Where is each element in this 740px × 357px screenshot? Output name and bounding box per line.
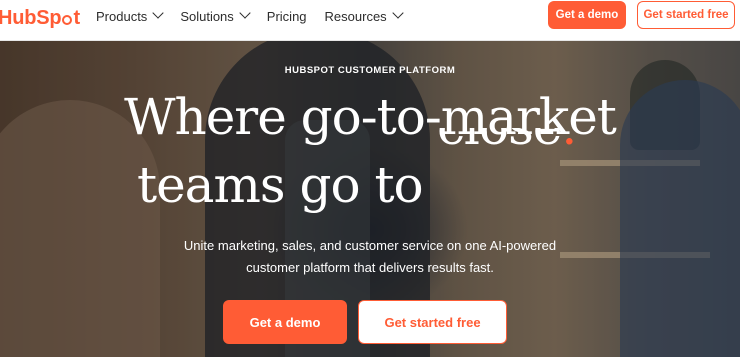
chevron-down-icon <box>239 7 251 19</box>
logo-text-sp: Sp <box>36 6 62 29</box>
hero-get-demo-button[interactable]: Get a demo <box>223 300 347 344</box>
site-header: Hub Sp t Products Solutions Pricing Resou… <box>0 0 740 41</box>
chevron-down-icon <box>152 7 164 19</box>
hero-eyebrow: HUBSPOT CUSTOMER PLATFORM <box>284 65 456 76</box>
logo-text-hub: Hub <box>0 6 37 29</box>
nav-label: Resources <box>324 8 387 24</box>
hero-subtext: Unite marketing, sales, and customer ser… <box>0 235 740 279</box>
nav-item-solutions[interactable]: Solutions <box>180 7 251 24</box>
chevron-down-icon <box>392 7 404 19</box>
nav-label: Pricing <box>266 8 307 24</box>
nav-item-pricing[interactable]: Pricing <box>267 9 307 24</box>
nav-label: Products <box>96 8 148 24</box>
hero-subtext-line1: Unite marketing, sales, and customer ser… <box>183 238 557 253</box>
nav-item-resources[interactable]: Resources <box>324 7 404 24</box>
hero-get-started-free-button[interactable]: Get started free <box>358 300 507 344</box>
sprocket-icon <box>62 14 73 25</box>
main-nav: Products Solutions Pricing Resources <box>96 0 420 32</box>
logo-text-t: t <box>73 6 80 29</box>
hero-subtext-line2: customer platform that delivers results … <box>246 260 494 275</box>
hero-section: HUBSPOT CUSTOMER PLATFORM close. Where g… <box>0 40 740 357</box>
nav-item-products[interactable]: Products <box>96 7 164 24</box>
hero-headline-line1: Where go-to-market <box>124 88 617 146</box>
header-get-demo-button[interactable]: Get a demo <box>548 1 626 29</box>
nav-label: Solutions <box>180 8 234 24</box>
hubspot-logo[interactable]: Hub Sp t <box>0 6 80 30</box>
hero-headline-line2-text: teams go to <box>137 156 424 214</box>
logo-text-spot: Sp t <box>36 7 80 30</box>
header-get-started-free-button[interactable]: Get started free <box>637 1 735 29</box>
